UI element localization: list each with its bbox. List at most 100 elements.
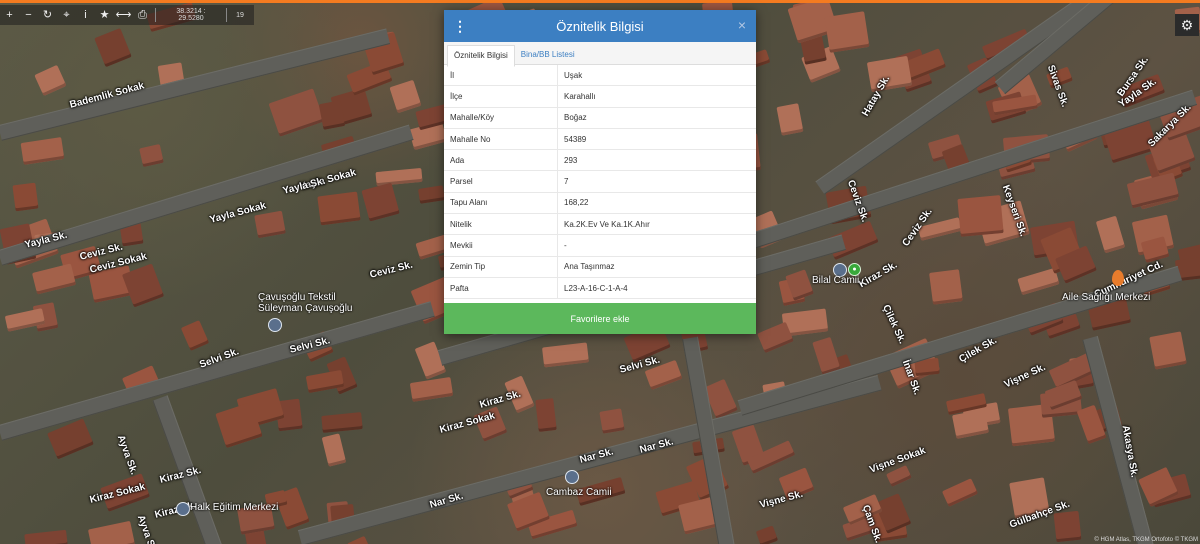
locate-icon: ⌖: [63, 9, 70, 21]
building-roof: [254, 210, 286, 238]
health-icon[interactable]: [1112, 270, 1124, 286]
building-roof: [180, 320, 210, 352]
zoom-in-icon: +: [6, 9, 13, 21]
refresh-icon: ↻: [42, 9, 53, 21]
attribute-row: Mevkii -: [444, 234, 756, 257]
attribute-key: Mahalle/Köy: [444, 107, 558, 129]
print-button[interactable]: ⎙: [133, 5, 152, 25]
attribute-row: Ada 293: [444, 149, 756, 172]
building-roof: [139, 143, 165, 168]
building-roof: [409, 377, 453, 402]
building-roof: [1096, 215, 1126, 253]
zoom-out-button[interactable]: −: [19, 5, 38, 25]
poi-label: Aile Sağlığı Merkezi: [1062, 292, 1151, 303]
zoom-level: 19: [236, 11, 244, 19]
info-button[interactable]: i: [76, 5, 95, 25]
favorite-star-button[interactable]: ★: [95, 5, 114, 25]
toolbar-separator: [226, 8, 227, 22]
building-roof: [361, 182, 401, 221]
map-attribution: © HGM Atlas, TKGM Ortofoto © TKGM: [1094, 537, 1198, 543]
building-roof: [417, 185, 445, 205]
street-label: Ayva Sk.: [114, 433, 140, 477]
attribute-value: 293: [557, 149, 756, 172]
attribute-info-dialog: ⋮ Öznitelik Bilgisi × Öznitelik Bilgisi …: [444, 10, 756, 334]
building-roof: [776, 103, 804, 136]
building-roof: [267, 88, 325, 137]
street-label: Yayla Sk.: [281, 175, 327, 197]
building-roof: [12, 182, 38, 212]
location-pin-icon[interactable]: ●: [848, 263, 861, 276]
attribute-row: Nitelik Ka.2K.Ev Ve Ka.1K.Ahır: [444, 213, 756, 236]
attribute-value: Ana Taşınmaz: [557, 256, 756, 278]
attribute-row: Tapu Alanı 168,22: [444, 192, 756, 215]
building-roof: [389, 79, 422, 114]
building-roof: [755, 525, 779, 544]
refresh-button[interactable]: ↻: [38, 5, 57, 25]
attribute-key: İl: [444, 65, 558, 87]
attribute-key: Zemin Tip: [444, 256, 558, 278]
gear-icon: ⚙: [1180, 17, 1194, 33]
building-roof: [824, 11, 870, 54]
street-label: Vişne Sk.: [758, 488, 805, 511]
locate-button[interactable]: ⌖: [57, 5, 76, 25]
attribute-row: Mahalle No 54389: [444, 128, 756, 151]
coordinate-readout: 38.3214 : 29.5280: [176, 8, 206, 22]
building-roof: [929, 269, 963, 305]
building-roof: [32, 263, 77, 295]
settings-button[interactable]: ⚙: [1175, 14, 1199, 36]
toolbar-separator: [155, 8, 156, 22]
attribute-value: -: [557, 234, 756, 257]
street-label: Vişne Sk.: [1002, 361, 1048, 391]
building-roof: [347, 536, 372, 544]
building-roof: [87, 521, 135, 544]
print-icon: ⎙: [138, 9, 147, 21]
poi-label: Cambaz Camii: [546, 487, 612, 498]
building-roof: [23, 529, 68, 544]
zoom-out-icon: −: [25, 9, 32, 21]
attribute-value: 168,22: [557, 192, 756, 215]
top-accent-line: [0, 0, 1200, 3]
poi-label: Çavuşoğlu Tekstil Süleyman Çavuşoğlu: [258, 292, 353, 314]
school-icon[interactable]: [176, 502, 190, 516]
attribute-row: Pafta L23-A-16-C-1-A-4: [444, 277, 756, 300]
poi-label: Halk Eğitim Merkezi: [190, 502, 279, 513]
attribute-row: İlçe Karahallı: [444, 85, 756, 108]
attribute-key: Mevkii: [444, 234, 558, 257]
dialog-header: ⋮ Öznitelik Bilgisi ×: [444, 10, 756, 42]
building-roof: [535, 398, 558, 433]
building-roof: [94, 27, 133, 68]
attribute-key: İlçe: [444, 85, 558, 108]
building-roof: [1126, 172, 1179, 209]
close-icon[interactable]: ×: [735, 17, 749, 33]
building-roof: [34, 64, 67, 97]
measure-button[interactable]: ⟷: [114, 5, 133, 25]
tab-building-list[interactable]: Bina/BB Listesi: [515, 45, 581, 65]
attribute-key: Pafta: [444, 277, 558, 300]
mosque-icon[interactable]: [565, 470, 579, 484]
attribute-row: Parsel 7: [444, 170, 756, 193]
attribute-value: Boğaz: [557, 107, 756, 129]
tab-attribute-info[interactable]: Öznitelik Bilgisi: [447, 45, 515, 67]
attribute-row: Mahalle/Köy Boğaz: [444, 107, 756, 129]
shop-icon[interactable]: [268, 318, 282, 332]
attribute-value: 54389: [557, 128, 756, 151]
building-roof: [320, 412, 363, 434]
building-roof: [1149, 330, 1187, 369]
zoom-in-button[interactable]: +: [0, 5, 19, 25]
poi-label: Bilal Camii: [812, 275, 860, 286]
building-roof: [956, 194, 1003, 237]
building-roof: [20, 137, 64, 166]
favorite-star-icon: ★: [99, 9, 110, 21]
dialog-tabs: Öznitelik Bilgisi Bina/BB Listesi: [444, 42, 756, 67]
attribute-key: Parsel: [444, 170, 558, 193]
street-label: Çilek Sk.: [880, 303, 908, 346]
add-to-favorites-button[interactable]: Favorilere ekle: [444, 303, 756, 334]
attribute-table: İl Uşak İlçe Karahallı Mahalle/Köy Boğaz Mahal…: [444, 65, 756, 300]
attribute-value: Ka.2K.Ev Ve Ka.1K.Ahır: [557, 213, 756, 236]
building-roof: [1053, 510, 1082, 543]
attribute-key: Tapu Alanı: [444, 192, 558, 215]
building-roof: [541, 342, 589, 368]
attribute-key: Ada: [444, 149, 558, 172]
attribute-row: İl Uşak: [444, 65, 756, 87]
building-roof: [317, 191, 361, 226]
